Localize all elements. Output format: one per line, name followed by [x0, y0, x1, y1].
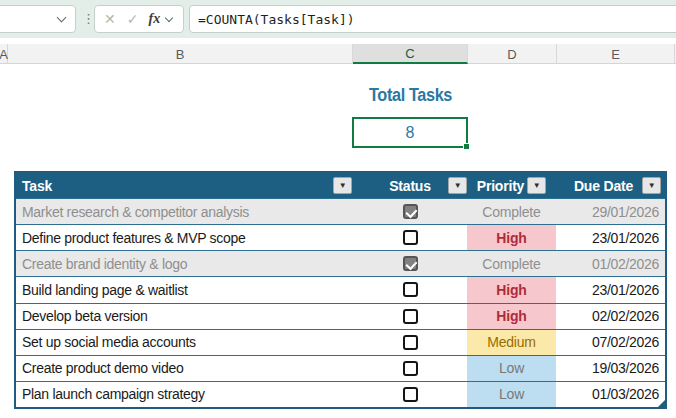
table-column-header-due-date: Due Date ▼ — [556, 173, 665, 198]
formula-input[interactable]: =COUNTA(Tasks[Task]) — [189, 5, 676, 33]
formula-bar: ⋮ ✕ ✓ fx =COUNTA(Tasks[Task]) — [0, 0, 676, 38]
column-header-C[interactable]: C — [353, 44, 468, 64]
task-cell[interactable]: Set up social media accounts — [16, 330, 353, 355]
table-column-header-priority: Priority▼ — [467, 173, 556, 198]
tasks-table: Task▼Status▼Priority▼Due Date▼ Market re… — [14, 171, 667, 409]
task-cell[interactable]: Create brand identity & logo — [16, 251, 353, 276]
task-cell[interactable]: Plan launch campaign strategy — [16, 382, 353, 407]
table-row: Create brand identity & logo Complete01/0… — [16, 250, 665, 276]
table-row: Market research & competitor analysis Com… — [16, 198, 665, 224]
insert-function-icon[interactable]: fx — [148, 11, 160, 27]
task-cell[interactable]: Define product features & MVP scope — [16, 225, 353, 250]
due-date-cell[interactable]: 19/03/2026 — [556, 356, 665, 381]
header-label: Due Date — [574, 178, 633, 194]
status-cell — [353, 382, 467, 407]
formula-buttons: ✕ ✓ fx — [94, 5, 184, 33]
filter-dropdown-icon[interactable]: ▼ — [448, 177, 467, 194]
status-checkbox[interactable] — [403, 335, 418, 350]
chevron-down-icon[interactable] — [57, 13, 67, 23]
task-cell[interactable]: Develop beta version — [16, 304, 353, 329]
column-headers: ABCDE — [0, 44, 676, 64]
total-tasks-value: 8 — [406, 124, 415, 142]
table-row: Plan launch campaign strategy Low01/03/20… — [16, 381, 665, 407]
task-cell[interactable]: Create product demo video — [16, 356, 353, 381]
total-tasks-label: Total Tasks — [357, 85, 464, 106]
table-row: Create product demo video Low19/03/2026 — [16, 355, 665, 381]
status-checkbox[interactable] — [403, 256, 418, 271]
status-checkbox[interactable] — [403, 361, 418, 376]
name-box[interactable] — [0, 5, 76, 33]
status-cell — [353, 356, 467, 381]
table-column-header-status: Status ▼ — [353, 173, 467, 198]
priority-cell[interactable]: Complete — [467, 199, 556, 224]
column-header-D[interactable]: D — [468, 44, 557, 64]
due-date-cell[interactable]: 29/01/2026 — [556, 199, 665, 224]
filter-dropdown-icon[interactable]: ▼ — [642, 177, 661, 194]
table-row: Build landing page & waitlist High23/01/2… — [16, 276, 665, 302]
status-cell — [353, 251, 467, 276]
table-row: Set up social media accounts Medium07/02/… — [16, 329, 665, 355]
status-cell — [353, 330, 467, 355]
priority-cell[interactable]: Low — [467, 356, 556, 381]
status-checkbox[interactable] — [403, 282, 418, 297]
header-label: Priority — [477, 178, 524, 194]
table-column-header-task: Task ▼ — [16, 173, 353, 198]
task-cell[interactable]: Build landing page & waitlist — [16, 277, 353, 302]
fill-handle[interactable] — [463, 143, 470, 150]
column-header-A[interactable]: A — [0, 44, 8, 64]
status-cell — [353, 225, 467, 250]
selected-cell-total[interactable]: 8 — [352, 117, 468, 148]
column-header-E[interactable]: E — [557, 44, 675, 64]
table-header-row: Task▼Status▼Priority▼Due Date▼ — [16, 173, 665, 198]
chevron-down-icon[interactable] — [165, 13, 173, 21]
priority-cell[interactable]: High — [467, 304, 556, 329]
status-cell — [353, 304, 467, 329]
due-date-cell[interactable]: 07/02/2026 — [556, 330, 665, 355]
due-date-cell[interactable]: 02/02/2026 — [556, 304, 665, 329]
table-body: Market research & competitor analysis Com… — [16, 198, 665, 407]
status-checkbox[interactable] — [403, 387, 418, 402]
table-row: Develop beta version High02/02/2026 — [16, 303, 665, 329]
header-label: Status — [389, 178, 431, 194]
due-date-cell[interactable]: 23/01/2026 — [556, 277, 665, 302]
enter-icon[interactable]: ✓ — [127, 11, 139, 27]
table-resize-handle[interactable] — [658, 400, 665, 407]
priority-cell[interactable]: Medium — [467, 330, 556, 355]
due-date-cell[interactable]: 01/03/2026 — [556, 382, 665, 407]
status-checkbox[interactable] — [403, 309, 418, 324]
header-label: Task — [22, 178, 52, 194]
status-checkbox[interactable] — [403, 230, 418, 245]
column-header-B[interactable]: B — [8, 44, 353, 64]
priority-cell[interactable]: High — [467, 225, 556, 250]
task-cell[interactable]: Market research & competitor analysis — [16, 199, 353, 224]
table-row: Define product features & MVP scope High2… — [16, 224, 665, 250]
priority-cell[interactable]: Complete — [467, 251, 556, 276]
due-date-cell[interactable]: 23/01/2026 — [556, 225, 665, 250]
status-checkbox[interactable] — [403, 204, 418, 219]
filter-dropdown-icon[interactable]: ▼ — [333, 177, 352, 194]
filter-dropdown-icon[interactable]: ▼ — [527, 177, 546, 194]
priority-cell[interactable]: High — [467, 277, 556, 302]
status-cell — [353, 199, 467, 224]
status-cell — [353, 277, 467, 302]
priority-cell[interactable]: Low — [467, 382, 556, 407]
cancel-icon[interactable]: ✕ — [104, 11, 116, 27]
formula-text: =COUNTA(Tasks[Task]) — [190, 12, 355, 27]
due-date-cell[interactable]: 01/02/2026 — [556, 251, 665, 276]
